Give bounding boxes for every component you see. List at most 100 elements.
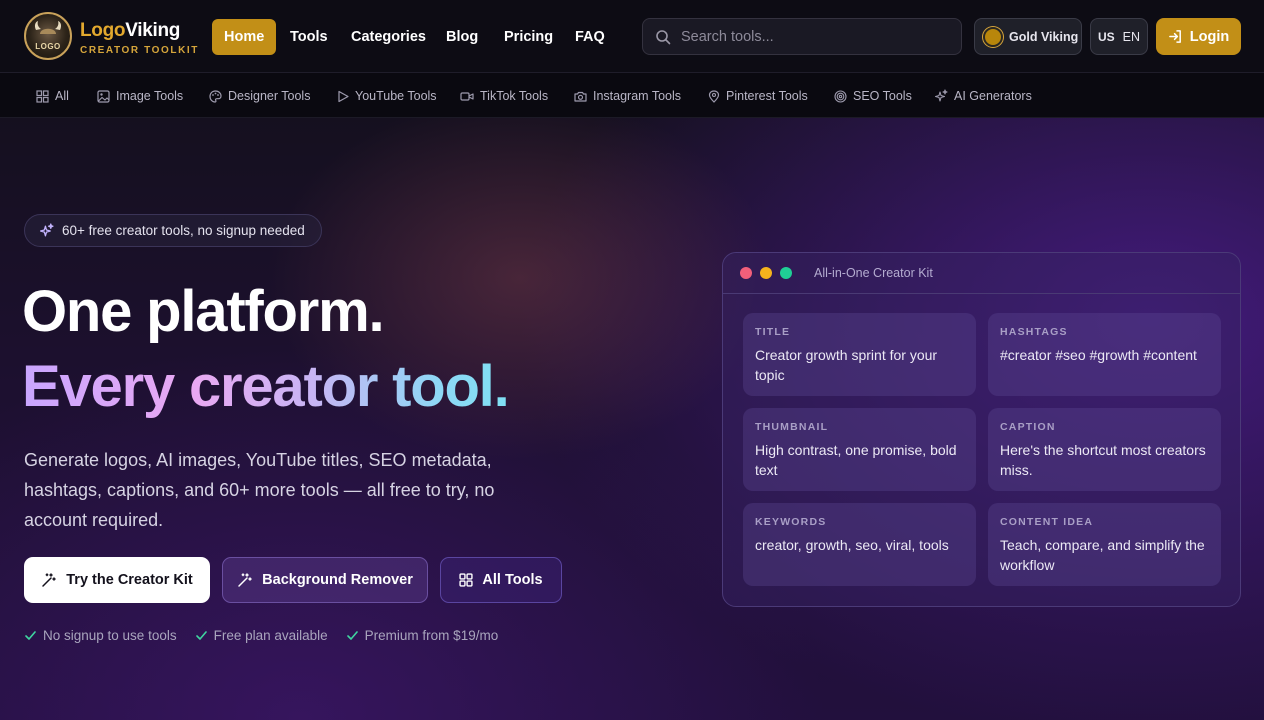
nav-categories[interactable]: Categories [339, 19, 438, 55]
tile-label: TITLE [755, 326, 791, 338]
palette-icon [209, 89, 222, 103]
category-youtube-tools[interactable]: YouTube Tools [337, 87, 437, 105]
search-icon [656, 29, 671, 44]
tile-text: High contrast, one promise, bold text [755, 442, 957, 478]
category-seo-tools[interactable]: SEO Tools [834, 87, 912, 105]
background-remover-label: Background Remover [262, 572, 413, 588]
sparkles-icon [934, 89, 948, 102]
tile-text: Teach, compare, and simplify the workflo… [1000, 537, 1205, 573]
category-ai-generators[interactable]: AI Generators [934, 87, 1032, 105]
brand-name-part2: Viking [125, 20, 181, 41]
tile-text: Creator growth sprint for your topic [755, 347, 938, 383]
category-label: SEO Tools [853, 89, 912, 103]
headline-line-1: One platform. [22, 279, 385, 344]
kit-tile-caption: CAPTION Here's the shortcut most creator… [988, 408, 1221, 491]
category-bar: All Image Tools Designer Tools YouTube T… [0, 73, 1264, 118]
category-instagram-tools[interactable]: Instagram Tools [574, 87, 681, 105]
window-dot-green [780, 267, 792, 279]
category-label: YouTube Tools [355, 89, 437, 103]
logo-text: LOGO [35, 42, 61, 51]
tile-text: creator, growth, seo, viral, tools [755, 537, 949, 553]
tile-label: THUMBNAIL [755, 421, 829, 433]
play-icon [338, 90, 349, 102]
nav-home[interactable]: Home [212, 19, 277, 55]
nav-pricing[interactable]: Pricing [492, 19, 565, 55]
nav-faq[interactable]: FAQ [563, 19, 617, 55]
check-icon [25, 631, 36, 640]
video-icon [460, 91, 474, 101]
category-designer-tools[interactable]: Designer Tools [209, 87, 310, 105]
target-icon [834, 89, 847, 103]
tile-text: #creator #seo #growth #content [1000, 347, 1197, 363]
kit-tile-keywords: KEYWORDS creator, growth, seo, viral, to… [743, 503, 976, 586]
language-selector[interactable]: US EN [1090, 18, 1148, 55]
all-tools-label: All Tools [482, 572, 543, 588]
gold-coin-icon [983, 26, 1003, 47]
nav-tools[interactable]: Tools [278, 19, 340, 55]
flag-icon: US [1097, 29, 1115, 44]
hero-description: Generate logos, AI images, YouTube title… [24, 450, 495, 530]
category-tiktok-tools[interactable]: TikTok Tools [460, 87, 548, 105]
category-pinterest-tools[interactable]: Pinterest Tools [708, 87, 808, 105]
tile-label: KEYWORDS [755, 516, 827, 528]
check-item: Free plan available [195, 628, 328, 643]
category-all[interactable]: All [36, 87, 69, 105]
kit-tile-content-idea: CONTENT IDEA Teach, compare, and simplif… [988, 503, 1221, 586]
search-placeholder: Search tools... [681, 28, 774, 45]
hero-section: 60+ free creator tools, no signup needed… [0, 118, 1264, 720]
category-label: Instagram Tools [593, 89, 682, 103]
all-tools-button[interactable]: All Tools [440, 557, 562, 603]
headline-line-2: Every creator tool. [22, 354, 510, 419]
creator-kit-preview: All-in-One Creator Kit TITLE Creator gro… [722, 252, 1241, 607]
sparkles-icon [39, 223, 54, 237]
membership-badge[interactable]: Gold Viking [974, 18, 1082, 55]
background-remover-button[interactable]: Background Remover [222, 557, 428, 603]
kit-tile-hashtags: HASHTAGS #creator #seo #growth #content [988, 313, 1221, 396]
category-label: Image Tools [116, 89, 184, 103]
pin-icon [708, 89, 720, 103]
search-input[interactable]: Search tools... [642, 18, 962, 55]
category-label: Pinterest Tools [726, 89, 808, 103]
kit-tile-thumbnail: THUMBNAIL High contrast, one promise, bo… [743, 408, 976, 491]
login-button[interactable]: Login [1156, 18, 1241, 55]
grid-icon [459, 573, 474, 587]
try-creator-kit-button[interactable]: Try the Creator Kit [24, 557, 210, 603]
magic-wand-icon [238, 573, 252, 587]
category-label: TikTok Tools [480, 89, 549, 103]
kit-tile-title: TITLE Creator growth sprint for your top… [743, 313, 976, 396]
login-label: Login [1189, 28, 1230, 45]
login-icon [1168, 30, 1181, 43]
kit-title: All-in-One Creator Kit [814, 266, 933, 280]
image-icon [97, 89, 110, 103]
category-label: All [55, 89, 69, 103]
tile-label: CONTENT IDEA [1000, 516, 1094, 528]
category-label: AI Generators [954, 89, 1032, 103]
grid-icon [36, 89, 49, 103]
language-code: EN [1122, 29, 1141, 44]
magic-wand-icon [42, 573, 56, 587]
feature-checks: No signup to use tools Free plan availab… [24, 628, 498, 643]
category-label: Designer Tools [228, 89, 311, 103]
tile-label: HASHTAGS [1000, 326, 1068, 338]
try-creator-kit-label: Try the Creator Kit [66, 572, 193, 588]
tile-label: CAPTION [1000, 421, 1056, 433]
promo-chip-text: 60+ free creator tools, no signup needed [62, 223, 305, 238]
brand-name[interactable]: LogoViking [80, 20, 180, 42]
check-item: No signup to use tools [24, 628, 177, 643]
logo-badge[interactable]: LOGO [24, 12, 72, 60]
window-dot-yellow [760, 267, 772, 279]
check-text: Free plan available [213, 628, 328, 643]
brand-name-part1: Logo [80, 20, 126, 41]
nav-blog[interactable]: Blog [434, 19, 490, 55]
check-text: No signup to use tools [43, 628, 177, 643]
promo-chip: 60+ free creator tools, no signup needed [24, 214, 322, 247]
check-icon [195, 631, 207, 640]
camera-icon [574, 91, 587, 102]
window-dot-red [740, 267, 752, 279]
check-icon [346, 631, 358, 640]
top-header: LOGO LogoViking CREATOR TOOLKIT Home Too… [0, 0, 1264, 73]
viking-helmet-icon [34, 21, 62, 34]
check-item: Premium from $19/mo [346, 628, 498, 643]
category-image-tools[interactable]: Image Tools [97, 87, 183, 105]
brand-tagline: CREATOR TOOLKIT [80, 45, 199, 56]
